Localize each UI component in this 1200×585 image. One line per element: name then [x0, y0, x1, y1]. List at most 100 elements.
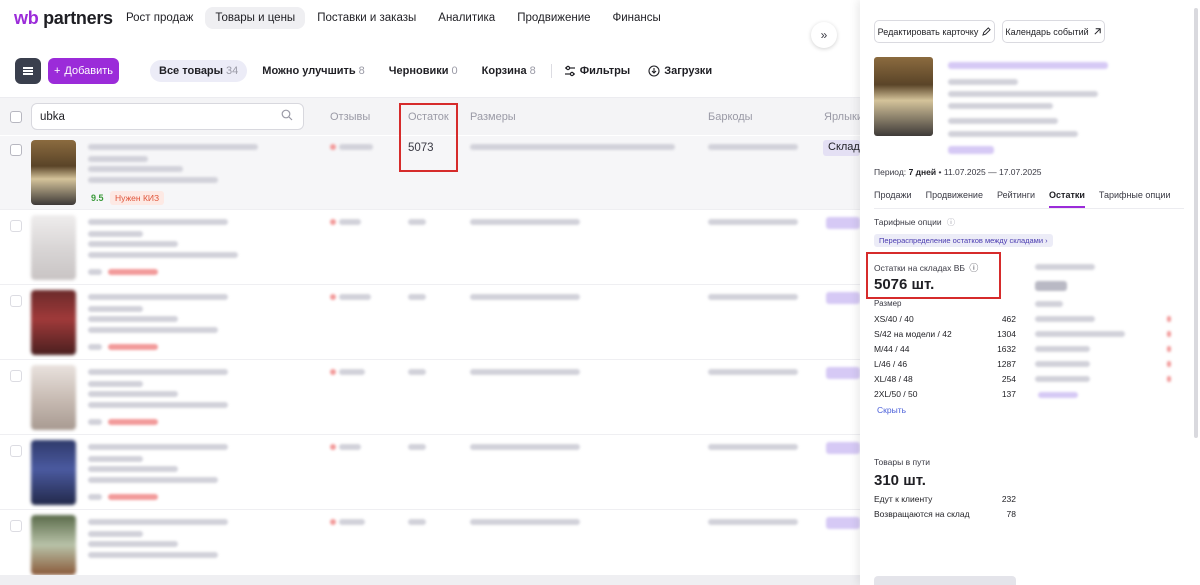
product-thumbnail[interactable]	[31, 440, 76, 505]
tab-sales[interactable]: Продажи	[874, 190, 912, 208]
product-meta	[88, 306, 143, 312]
add-button[interactable]: + Добавить	[48, 58, 119, 84]
product-meta	[88, 531, 143, 537]
column-header-reviews[interactable]: Отзывы	[330, 111, 370, 123]
menu-button[interactable]	[15, 58, 41, 84]
row-checkbox[interactable]	[10, 144, 22, 156]
tab-promotion[interactable]: Продвижение	[926, 190, 983, 208]
size-row: S/42 на модели / 42 1304	[874, 329, 1016, 339]
stock-value	[408, 219, 426, 225]
size-column-header: Размер	[874, 299, 902, 308]
product-rating: 9.5	[91, 193, 104, 203]
seller-stock-total	[1035, 281, 1067, 291]
product-meta	[948, 118, 1058, 124]
product-title-link[interactable]	[948, 62, 1108, 69]
label-chip[interactable]	[826, 367, 860, 379]
column-header-labels[interactable]: Ярлыки	[824, 111, 863, 123]
row-checkbox[interactable]	[10, 295, 22, 307]
product-thumbnail[interactable]	[31, 215, 76, 280]
tab-tariff-options[interactable]: Тарифные опции	[1099, 190, 1171, 208]
table-row[interactable]	[0, 286, 860, 360]
label-chip[interactable]	[826, 442, 860, 454]
product-meta	[88, 177, 218, 183]
label-chip[interactable]	[826, 217, 860, 229]
period-selector[interactable]: Период: 7 дней • 11.07.2025 — 17.07.2025	[874, 167, 1042, 177]
expand-panel-button[interactable]: »	[811, 22, 837, 48]
product-rating	[88, 269, 102, 275]
product-meta	[88, 252, 238, 258]
product-thumbnail[interactable]	[31, 365, 76, 430]
column-header-sizes[interactable]: Размеры	[470, 111, 516, 123]
seller-stock-link[interactable]	[1038, 392, 1078, 398]
row-checkbox[interactable]	[10, 520, 22, 532]
add-button-label: Добавить	[64, 65, 114, 77]
wb-partners-logo[interactable]: wb partners	[14, 8, 113, 29]
product-meta	[88, 166, 183, 172]
tab-stock[interactable]: Остатки	[1049, 190, 1085, 208]
barcodes-value	[708, 519, 798, 525]
row-checkbox[interactable]	[10, 445, 22, 457]
seller-stock-marker	[1167, 376, 1171, 382]
product-meta	[88, 241, 178, 247]
reviews-value	[339, 144, 373, 150]
product-thumbnail[interactable]	[31, 515, 76, 575]
tariff-options-label: Тарифные опции ⓘ	[874, 217, 955, 227]
nav-item-finance[interactable]: Финансы	[603, 7, 671, 29]
tab-trash[interactable]: Корзина 8	[473, 60, 545, 82]
product-meta	[88, 466, 178, 472]
product-thumbnail[interactable]	[31, 290, 76, 355]
table-row[interactable]	[0, 436, 860, 510]
stock-redistribution-chip[interactable]: Перераспределение остатков между складам…	[874, 234, 1053, 247]
downloads-button[interactable]: Загрузки	[642, 65, 718, 77]
table-row[interactable]	[0, 511, 860, 585]
nav-item-promotion[interactable]: Продвижение	[507, 7, 600, 29]
tab-all-goods[interactable]: Все товары 34	[150, 60, 248, 82]
sizes-value	[470, 144, 675, 150]
horizontal-scrollbar[interactable]	[0, 575, 860, 585]
label-chip[interactable]: Склад	[823, 140, 860, 156]
reviews-value	[339, 369, 365, 375]
column-header-barcodes[interactable]: Баркоды	[708, 111, 753, 123]
product-meta	[948, 79, 1018, 85]
goods-tabs: Все товары 34 Можно улучшить 8 Черновики 0 …	[150, 60, 718, 82]
tab-ratings[interactable]: Рейтинги	[997, 190, 1035, 208]
product-title	[88, 294, 228, 300]
label-chip[interactable]	[826, 517, 860, 529]
panel-scrollbar[interactable]	[1194, 8, 1198, 438]
nav-item-growth[interactable]: Рост продаж	[116, 7, 203, 29]
product-image[interactable]	[874, 57, 933, 136]
nav-item-goods-prices[interactable]: Товары и цены	[205, 7, 306, 29]
events-calendar-button[interactable]: Календарь событий	[1002, 20, 1105, 43]
search-icon[interactable]	[281, 109, 293, 121]
edit-card-button[interactable]: Редактировать карточку	[874, 20, 995, 43]
select-all-checkbox[interactable]	[10, 111, 22, 123]
search-input[interactable]	[31, 103, 304, 130]
table-row[interactable]	[0, 211, 860, 285]
stock-value	[408, 294, 426, 300]
tabs-divider	[874, 208, 1184, 209]
filter-sliders-icon	[564, 65, 575, 77]
nav-item-analytics[interactable]: Аналитика	[428, 7, 505, 29]
filters-button[interactable]: Фильтры	[558, 65, 636, 77]
info-icon[interactable]: ⓘ	[947, 218, 955, 227]
reviews-value	[339, 444, 361, 450]
nav-item-supplies-orders[interactable]: Поставки и заказы	[307, 7, 426, 29]
stock-value	[408, 519, 426, 525]
sizes-value	[470, 294, 580, 300]
tab-can-improve[interactable]: Можно улучшить 8	[253, 60, 373, 82]
review-star-icon	[330, 369, 336, 375]
reviews-value	[339, 519, 365, 525]
product-meta	[88, 477, 218, 483]
row-checkbox[interactable]	[10, 220, 22, 232]
row-checkbox[interactable]	[10, 370, 22, 382]
hide-sizes-link[interactable]: Скрыть	[877, 405, 906, 415]
product-thumbnail[interactable]	[31, 140, 76, 205]
label-chip[interactable]	[826, 292, 860, 304]
seller-stock-marker	[1167, 316, 1171, 322]
seller-stock-header	[1035, 301, 1063, 307]
barcodes-value	[708, 294, 798, 300]
tab-drafts[interactable]: Черновики 0	[380, 60, 467, 82]
transit-row: Едут к клиенту 232	[874, 494, 1016, 504]
product-meta	[88, 156, 148, 162]
table-row[interactable]	[0, 361, 860, 435]
